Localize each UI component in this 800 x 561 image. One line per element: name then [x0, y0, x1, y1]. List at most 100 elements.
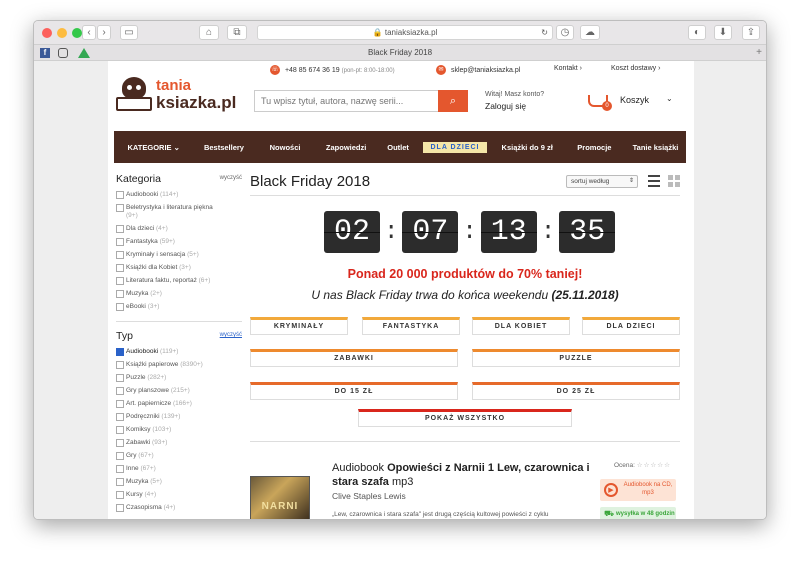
select-arrows-icon: ⇕	[628, 178, 634, 184]
type-paper-books[interactable]: Książki papierowe (8390+)	[116, 361, 242, 369]
close-window-button[interactable]	[42, 28, 52, 38]
timer-colon: :	[384, 218, 399, 246]
email-info[interactable]: ✉ sklep@taniaksiazka.pl	[436, 65, 520, 75]
type-games[interactable]: Gry (67+)	[116, 452, 242, 460]
type-courses[interactable]: Kursy (4+)	[116, 491, 242, 499]
category-button-toys[interactable]: ZABAWKI	[250, 349, 458, 367]
type-stationery[interactable]: Art. papiernicze (166+)	[116, 400, 242, 408]
download-button[interactable]: ⬇	[714, 25, 732, 40]
home-button[interactable]: ⌂	[199, 25, 219, 40]
type-music[interactable]: Muzyka (5+)	[116, 478, 242, 486]
shipping-cost-link[interactable]: Koszt dostawy ›	[611, 65, 660, 72]
filters-sidebar: Kategoria wyczyść Audiobooki (114+) Belet…	[116, 173, 242, 517]
minimize-window-button[interactable]	[57, 28, 67, 38]
product-author[interactable]: Clive Staples Lewis	[332, 491, 406, 501]
type-puzzle[interactable]: Puzzle (282+)	[116, 374, 242, 382]
bookmarks-bar: f Black Friday 2018 +	[34, 45, 766, 61]
filter-label: Inne	[126, 465, 139, 472]
category-button-under-25[interactable]: DO 25 ZŁ	[472, 382, 680, 400]
product-cover-image[interactable]: NARNI	[250, 476, 310, 519]
clear-category-link[interactable]: wyczyść	[220, 175, 242, 181]
filter-ebooks[interactable]: eBooki (3+)	[116, 303, 242, 311]
filter-for-kids[interactable]: Dla dzieci (4+)	[116, 225, 242, 233]
filter-count: (93+)	[152, 439, 168, 446]
sort-select[interactable]: sortuj według ⇕	[566, 175, 638, 188]
new-tab-button[interactable]: +	[756, 47, 762, 58]
category-filter-heading: Kategoria	[116, 173, 161, 185]
cart-button[interactable]: 0 Koszyk ⌄	[588, 89, 678, 113]
filter-label: Książki papierowe	[126, 361, 179, 368]
email-link[interactable]: sklep@taniaksiazka.pl	[451, 67, 520, 74]
type-textbooks[interactable]: Podręczniki (139+)	[116, 413, 242, 421]
rating-stars-icon[interactable]: ☆☆☆☆☆	[637, 462, 671, 469]
filter-music[interactable]: Muzyka (2+)	[116, 290, 242, 298]
cart-count-badge: 0	[602, 101, 612, 111]
login-link[interactable]: Zaloguj się	[485, 101, 526, 111]
phone-number[interactable]: +48 85 674 36 19	[285, 67, 340, 74]
category-button-crime[interactable]: KRYMINAŁY	[250, 317, 348, 335]
type-toys[interactable]: Zabawki (93+)	[116, 439, 242, 447]
nav-upcoming[interactable]: Zapowiedzi	[316, 143, 377, 152]
nav-new[interactable]: Nowości	[255, 143, 316, 152]
type-board-games[interactable]: Gry planszowe (215+)	[116, 387, 242, 395]
grid-view-icon[interactable]	[668, 175, 680, 187]
search-input[interactable]	[254, 90, 438, 112]
nav-bestsellers[interactable]: Bestsellery	[193, 143, 254, 152]
type-audiobooks[interactable]: Audiobooki (119+)	[116, 348, 242, 356]
tab-title[interactable]: Black Friday 2018	[34, 48, 766, 57]
filter-fiction[interactable]: Beletrystyka i literatura piękna (9+)	[116, 204, 242, 220]
delivery-truck-icon: ⛟	[604, 509, 615, 518]
type-comics[interactable]: Komiksy (103+)	[116, 426, 242, 434]
site-logo[interactable]: tania ksiazka.pl	[116, 75, 246, 119]
contact-link[interactable]: Kontakt ›	[554, 65, 582, 72]
nav-promotions[interactable]: Promocje	[564, 143, 625, 152]
category-button-fantasy[interactable]: FANTASTYKA	[362, 317, 460, 335]
filter-count: (3+)	[147, 303, 160, 310]
promo-subline: U nas Black Friday trwa do końca weekend…	[250, 288, 680, 302]
zoom-window-button[interactable]	[72, 28, 82, 38]
back-button[interactable]: ‹	[82, 25, 96, 40]
category-button-under-15[interactable]: DO 15 ZŁ	[250, 382, 458, 400]
logo-book-icon	[116, 77, 152, 111]
extension-button[interactable]: ◐	[688, 25, 706, 40]
filter-count: (166+)	[172, 400, 192, 407]
nav-books-under-9[interactable]: Książki do 9 zł	[491, 143, 564, 152]
show-all-button[interactable]: POKAŻ WSZYSTKO	[358, 409, 572, 427]
title-divider	[250, 195, 680, 196]
list-view-icon[interactable]	[648, 175, 660, 187]
filter-fantasy[interactable]: Fantastyka (59+)	[116, 238, 242, 246]
nav-categories[interactable]: KATEGORIE ⌄	[114, 143, 193, 152]
category-button-kids[interactable]: DLA DZIECI	[582, 317, 680, 335]
share-button[interactable]: ⇪	[742, 25, 760, 40]
forward-button[interactable]: ›	[97, 25, 111, 40]
play-icon: ▶	[604, 483, 618, 497]
audiobook-badge: ▶ Audiobook na CD, mp3	[600, 479, 676, 501]
filter-count: (282+)	[147, 374, 167, 381]
product-type: Audiobook	[332, 462, 384, 474]
filter-count: (139+)	[161, 413, 181, 420]
tabs-overview-button[interactable]: ⧉	[227, 25, 247, 40]
product-title[interactable]: Audiobook Opowieści z Narnii 1 Lew, czar…	[332, 461, 600, 489]
sidebar-toggle-button[interactable]: ▭	[120, 25, 138, 40]
reload-icon[interactable]: ↻	[541, 26, 548, 39]
search-button[interactable]: ⌕	[438, 90, 468, 112]
type-other[interactable]: Inne (67+)	[116, 465, 242, 473]
nav-for-kids[interactable]: DLA DZIECI	[423, 141, 487, 153]
address-bar[interactable]: 🔒 taniaksiazka.pl ↻	[257, 25, 553, 40]
filter-nonfiction[interactable]: Literatura faktu, reportaż (6+)	[116, 277, 242, 285]
nav-outlet[interactable]: Outlet	[377, 143, 420, 152]
type-magazines[interactable]: Czasopisma (4+)	[116, 504, 242, 512]
clear-type-link[interactable]: wyczyść	[220, 332, 242, 338]
filter-label: Fantastyka	[126, 238, 158, 245]
category-filter-title: Kategoria wyczyść	[116, 173, 242, 185]
nav-cheap-books[interactable]: Tanie książki	[625, 143, 686, 152]
category-button-women[interactable]: DLA KOBIET	[472, 317, 570, 335]
category-button-puzzle[interactable]: PUZZLE	[472, 349, 680, 367]
filter-crime[interactable]: Kryminały i sensacja (5+)	[116, 251, 242, 259]
filter-label: Art. papiernicze	[126, 400, 172, 407]
history-button[interactable]: ◷	[556, 25, 574, 40]
filter-women[interactable]: Książki dla Kobiet (3+)	[116, 264, 242, 272]
icloud-button[interactable]: ☁	[580, 25, 600, 40]
filter-audiobooks[interactable]: Audiobooki (114+)	[116, 191, 242, 199]
filter-label: Książki dla Kobiet	[126, 264, 178, 271]
